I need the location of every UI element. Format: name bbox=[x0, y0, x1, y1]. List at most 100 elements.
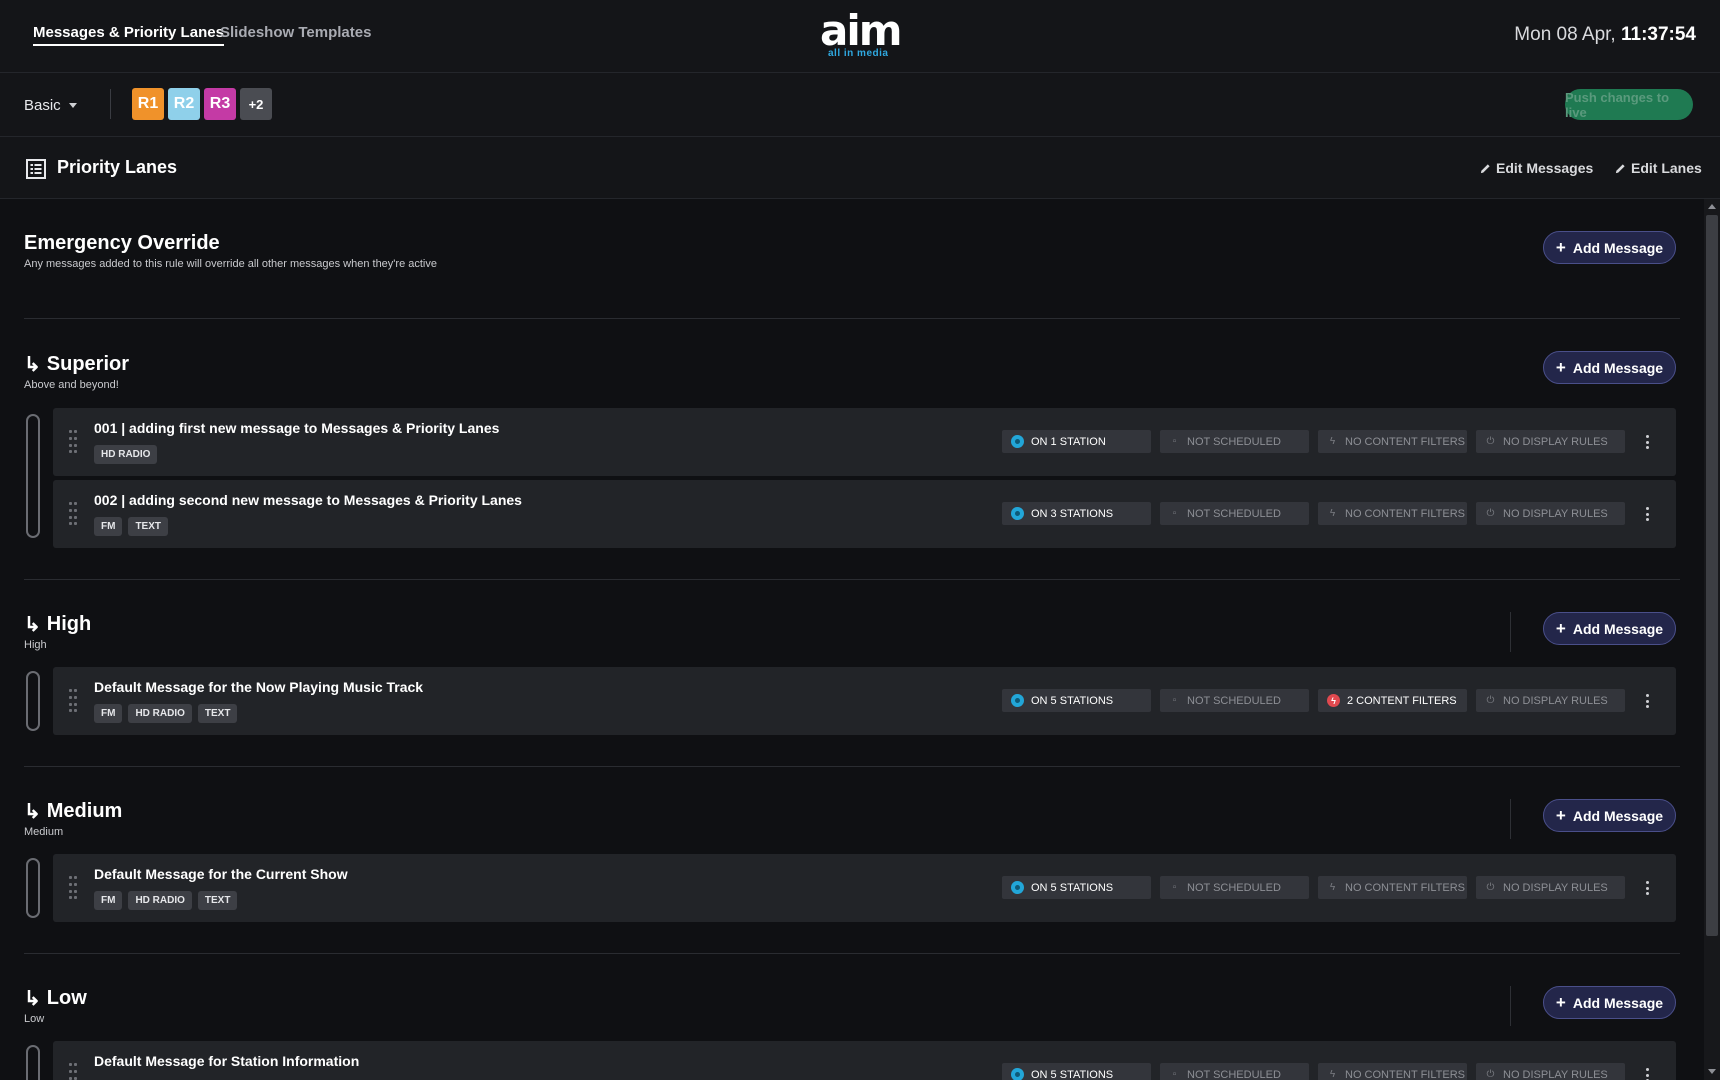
schedule-label: NOT SCHEDULED bbox=[1187, 1068, 1281, 1080]
lane-title-text: Emergency Override bbox=[24, 232, 220, 254]
toolbar: Basic R1 R2 R3 +2 Push changes to live bbox=[0, 73, 1720, 137]
tag-fm: FM bbox=[94, 517, 123, 536]
tab-messages-priority-lanes[interactable]: Messages & Priority Lanes bbox=[33, 24, 224, 46]
more-options-icon[interactable] bbox=[1645, 1068, 1649, 1080]
lanes-content: Emergency Override Any messages added to… bbox=[0, 199, 1704, 1080]
stations-pill[interactable]: ON 5 STATIONS bbox=[1002, 1063, 1151, 1080]
power-icon: ⏻ bbox=[1486, 1069, 1495, 1080]
schedule-pill[interactable]: ▫ NOT SCHEDULED bbox=[1160, 1063, 1309, 1080]
add-message-label: Add Message bbox=[1572, 994, 1664, 1011]
content-filters-pill[interactable]: ϟ NO CONTENT FILTERS bbox=[1318, 502, 1467, 525]
rule-badge-r2[interactable]: R2 bbox=[168, 88, 200, 120]
message-row[interactable]: Default Message for the Current Show FM … bbox=[53, 854, 1676, 922]
scroll-down-icon[interactable] bbox=[1708, 1069, 1716, 1074]
message-title: Default Message for the Current Show bbox=[94, 866, 348, 882]
lane-bracket bbox=[26, 671, 40, 731]
station-icon bbox=[1011, 507, 1024, 520]
stations-pill[interactable]: ON 5 STATIONS bbox=[1002, 876, 1151, 899]
message-title: 002 | adding second new message to Messa… bbox=[94, 492, 522, 508]
lane-divider bbox=[24, 318, 1680, 319]
tab-slideshow-templates[interactable]: Slideshow Templates bbox=[220, 24, 371, 41]
schedule-pill[interactable]: ▫ NOT SCHEDULED bbox=[1160, 876, 1309, 899]
drag-handle-icon[interactable] bbox=[69, 876, 77, 900]
display-rules-pill[interactable]: ⏻ NO DISPLAY RULES bbox=[1476, 689, 1625, 712]
add-message-button-high[interactable]: + Add Message bbox=[1543, 612, 1676, 645]
more-options-icon[interactable] bbox=[1645, 435, 1649, 449]
subdirectory-arrow-icon: ↳ bbox=[24, 801, 41, 823]
message-tags: HD RADIO bbox=[94, 445, 158, 464]
edit-messages-link[interactable]: Edit Messages bbox=[1480, 160, 1593, 176]
station-icon bbox=[1011, 435, 1024, 448]
lane-title-low: ↳ Low bbox=[24, 986, 87, 1011]
vertical-scrollbar[interactable] bbox=[1704, 199, 1720, 1080]
more-options-icon[interactable] bbox=[1645, 694, 1649, 708]
rule-badge-more[interactable]: +2 bbox=[240, 88, 272, 120]
add-message-button-superior[interactable]: + Add Message bbox=[1543, 351, 1676, 384]
stations-pill[interactable]: ON 5 STATIONS bbox=[1002, 689, 1151, 712]
calendar-icon: ▫ bbox=[1172, 695, 1177, 706]
stations-label: ON 5 STATIONS bbox=[1031, 1068, 1114, 1080]
display-rules-pill[interactable]: ⏻ NO DISPLAY RULES bbox=[1476, 876, 1625, 899]
rule-badge-r3[interactable]: R3 bbox=[204, 88, 236, 120]
add-message-button-emergency[interactable]: + Add Message bbox=[1543, 231, 1676, 264]
add-message-button-low[interactable]: + Add Message bbox=[1543, 986, 1676, 1019]
rule-badge-r1[interactable]: R1 bbox=[132, 88, 164, 120]
message-row[interactable]: Default Message for Station Information … bbox=[53, 1041, 1676, 1080]
message-row[interactable]: 002 | adding second new message to Messa… bbox=[53, 480, 1676, 548]
plus-icon: + bbox=[1555, 619, 1566, 638]
plus-icon: + bbox=[1555, 238, 1566, 257]
more-options-icon[interactable] bbox=[1645, 881, 1649, 895]
view-mode-select[interactable]: Basic bbox=[24, 97, 77, 114]
lane-bracket bbox=[26, 858, 40, 918]
drag-handle-icon[interactable] bbox=[69, 430, 77, 454]
lane-title-emergency: Emergency Override bbox=[24, 232, 220, 255]
drag-handle-icon[interactable] bbox=[69, 689, 77, 713]
section-header: Priority Lanes Edit Messages Edit Lanes bbox=[0, 137, 1720, 199]
schedule-pill[interactable]: ▫ NOT SCHEDULED bbox=[1160, 502, 1309, 525]
lane-bracket bbox=[26, 1045, 40, 1080]
display-label: NO DISPLAY RULES bbox=[1503, 507, 1608, 520]
scroll-up-icon[interactable] bbox=[1708, 204, 1716, 209]
logo-tagline: all in media bbox=[828, 48, 889, 59]
filters-label: NO CONTENT FILTERS bbox=[1345, 881, 1465, 894]
message-row[interactable]: Default Message for the Now Playing Musi… bbox=[53, 667, 1676, 735]
plus-icon: + bbox=[1555, 358, 1566, 377]
message-title: Default Message for the Now Playing Musi… bbox=[94, 679, 424, 695]
content-filters-pill[interactable]: ϟ NO CONTENT FILTERS bbox=[1318, 1063, 1467, 1080]
lane-header-divider bbox=[1510, 986, 1511, 1026]
lane-title-high: ↳ High bbox=[24, 612, 91, 637]
display-label: NO DISPLAY RULES bbox=[1503, 881, 1608, 894]
add-message-button-medium[interactable]: + Add Message bbox=[1543, 799, 1676, 832]
display-rules-pill[interactable]: ⏻ NO DISPLAY RULES bbox=[1476, 1063, 1625, 1080]
display-rules-pill[interactable]: ⏻ NO DISPLAY RULES bbox=[1476, 502, 1625, 525]
push-changes-button[interactable]: Push changes to live bbox=[1565, 89, 1693, 120]
lane-subtitle-low: Low bbox=[24, 1013, 45, 1025]
scrollbar-thumb[interactable] bbox=[1706, 215, 1718, 936]
station-icon bbox=[1011, 881, 1024, 894]
stations-pill[interactable]: ON 3 STATIONS bbox=[1002, 502, 1151, 525]
edit-lanes-link[interactable]: Edit Lanes bbox=[1615, 160, 1702, 176]
edit-lanes-label: Edit Lanes bbox=[1631, 160, 1702, 176]
message-row[interactable]: 001 | adding first new message to Messag… bbox=[53, 408, 1676, 476]
schedule-pill[interactable]: ▫ NOT SCHEDULED bbox=[1160, 689, 1309, 712]
clock-date: Mon 08 Apr, bbox=[1514, 24, 1616, 45]
lane-subtitle-superior: Above and beyond! bbox=[24, 379, 119, 391]
drag-handle-icon[interactable] bbox=[69, 502, 77, 526]
schedule-pill[interactable]: ▫ NOT SCHEDULED bbox=[1160, 430, 1309, 453]
plus-icon: + bbox=[1555, 806, 1566, 825]
content-filters-pill[interactable]: ϟ NO CONTENT FILTERS bbox=[1318, 876, 1467, 899]
bolt-icon: ϟ bbox=[1329, 508, 1336, 519]
drag-handle-icon[interactable] bbox=[69, 1063, 77, 1080]
station-icon bbox=[1011, 694, 1024, 707]
bolt-icon: ϟ bbox=[1329, 436, 1336, 447]
more-options-icon[interactable] bbox=[1645, 507, 1649, 521]
lane-title-text: Low bbox=[46, 987, 87, 1009]
display-rules-pill[interactable]: ⏻ NO DISPLAY RULES bbox=[1476, 430, 1625, 453]
subdirectory-arrow-icon: ↳ bbox=[24, 988, 41, 1010]
stations-pill[interactable]: ON 1 STATION bbox=[1002, 430, 1151, 453]
clock-time: 11:37:54 bbox=[1620, 24, 1696, 45]
content-filters-pill[interactable]: ϟ NO CONTENT FILTERS bbox=[1318, 430, 1467, 453]
content-filters-pill[interactable]: ϟ 2 CONTENT FILTERS bbox=[1318, 689, 1467, 712]
tag-text: TEXT bbox=[197, 704, 238, 723]
tag-text: TEXT bbox=[128, 517, 169, 536]
